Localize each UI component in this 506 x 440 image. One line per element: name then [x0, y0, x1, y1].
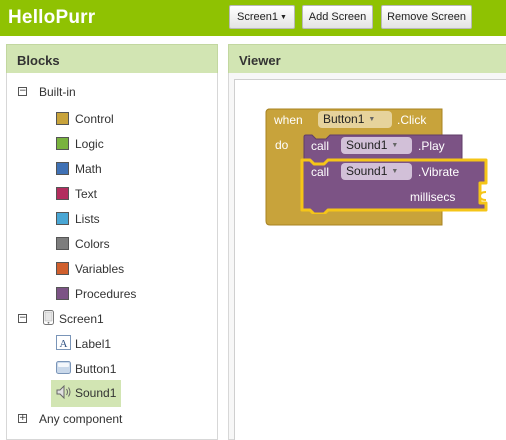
viewer-panel-header: Viewer: [228, 44, 506, 74]
math-color-swatch-icon: [56, 162, 69, 175]
call-play-component-value: Sound1: [346, 138, 388, 152]
event-do-label: do: [275, 138, 289, 152]
tree-item-label: Sound1: [75, 386, 117, 400]
drawer-item-text[interactable]: Text: [56, 183, 156, 205]
drawer-item-control[interactable]: Control: [56, 108, 156, 130]
blocks-panel-header: Blocks: [6, 44, 218, 74]
call-vibrate-component-dropdown[interactable]: Sound1 ▼: [341, 163, 412, 180]
top-bar: HelloPurr Screen1 ▼ Add Screen Remove Scr…: [0, 0, 506, 36]
call-vibrate-call-label: call: [311, 165, 330, 179]
drawer-item-logic[interactable]: Logic: [56, 133, 156, 155]
call-vibrate-param-label: millisecs: [410, 190, 456, 204]
tree-item-builtin[interactable]: − Built-in: [18, 81, 208, 103]
tree-item-any-component[interactable]: + Any component: [18, 408, 208, 430]
tree-item-label: Screen1: [59, 312, 104, 326]
call-play-call-label: call: [311, 139, 330, 153]
app-title: HelloPurr: [8, 7, 96, 28]
call-vibrate-component-value: Sound1: [346, 164, 388, 178]
tree-item-screen1[interactable]: − Screen1: [18, 308, 208, 330]
collapse-toggle-icon[interactable]: −: [18, 314, 27, 323]
call-play-component-dropdown[interactable]: Sound1 ▼: [341, 137, 412, 154]
drawer-item-procedures[interactable]: Procedures: [56, 283, 156, 305]
call-play-method-label: .Play: [418, 139, 445, 153]
drawer-item-label: Math: [75, 162, 102, 176]
text-color-swatch-icon: [56, 187, 69, 200]
drawer-item-variables[interactable]: Variables: [56, 258, 156, 280]
tree-item-button1[interactable]: Button1: [56, 358, 120, 380]
logic-color-swatch-icon: [56, 137, 69, 150]
add-screen-button[interactable]: Add Screen: [302, 5, 373, 29]
drawer-item-math[interactable]: Math: [56, 158, 156, 180]
colors-color-swatch-icon: [56, 237, 69, 250]
sound-icon: [56, 385, 71, 399]
tree-item-label1[interactable]: A Label1: [56, 333, 120, 355]
remove-screen-button[interactable]: Remove Screen: [381, 5, 472, 29]
tree-item-label: Built-in: [39, 85, 76, 99]
drawer-item-label: Variables: [75, 262, 125, 276]
dropdown-arrow-icon: ▼: [368, 116, 376, 123]
control-color-swatch-icon: [56, 112, 69, 125]
event-component-dropdown[interactable]: Button1 ▼: [318, 111, 392, 128]
dropdown-arrow-icon: ▼: [391, 168, 399, 175]
tree-item-label: Label1: [75, 337, 112, 351]
drawer-item-label: Lists: [75, 212, 100, 226]
tree-item-label: Button1: [75, 362, 117, 376]
screen-select-label: Screen1: [237, 11, 279, 23]
lists-color-swatch-icon: [56, 212, 69, 225]
collapse-toggle-icon[interactable]: −: [18, 87, 27, 96]
variables-color-swatch-icon: [56, 262, 69, 275]
drawer-item-label: Procedures: [75, 287, 137, 301]
screen-icon: [43, 310, 54, 325]
tree-item-sound1[interactable]: Sound1: [51, 380, 121, 407]
call-vibrate-method-label: .Vibrate: [418, 165, 460, 179]
drawer-item-label: Text: [75, 187, 98, 201]
screen-select-dropdown[interactable]: Screen1 ▼: [229, 5, 295, 29]
event-when-label: when: [274, 113, 303, 127]
tree-item-label: Any component: [39, 412, 123, 426]
label-icon: A: [56, 335, 71, 350]
button-icon: [56, 361, 71, 374]
dropdown-arrow-icon: ▼: [280, 14, 287, 21]
procedures-color-swatch-icon: [56, 287, 69, 300]
event-component-value: Button1: [323, 112, 365, 126]
svg-text:A: A: [60, 338, 68, 350]
event-name-label: .Click: [397, 113, 427, 127]
drawer-item-label: Colors: [75, 237, 110, 251]
drawer-item-label: Logic: [75, 137, 104, 151]
dropdown-arrow-icon: ▼: [391, 142, 399, 149]
drawer-item-label: Control: [75, 112, 114, 126]
drawer-item-lists[interactable]: Lists: [56, 208, 156, 230]
drawer-item-colors[interactable]: Colors: [56, 233, 156, 255]
expand-toggle-icon[interactable]: +: [18, 414, 27, 423]
